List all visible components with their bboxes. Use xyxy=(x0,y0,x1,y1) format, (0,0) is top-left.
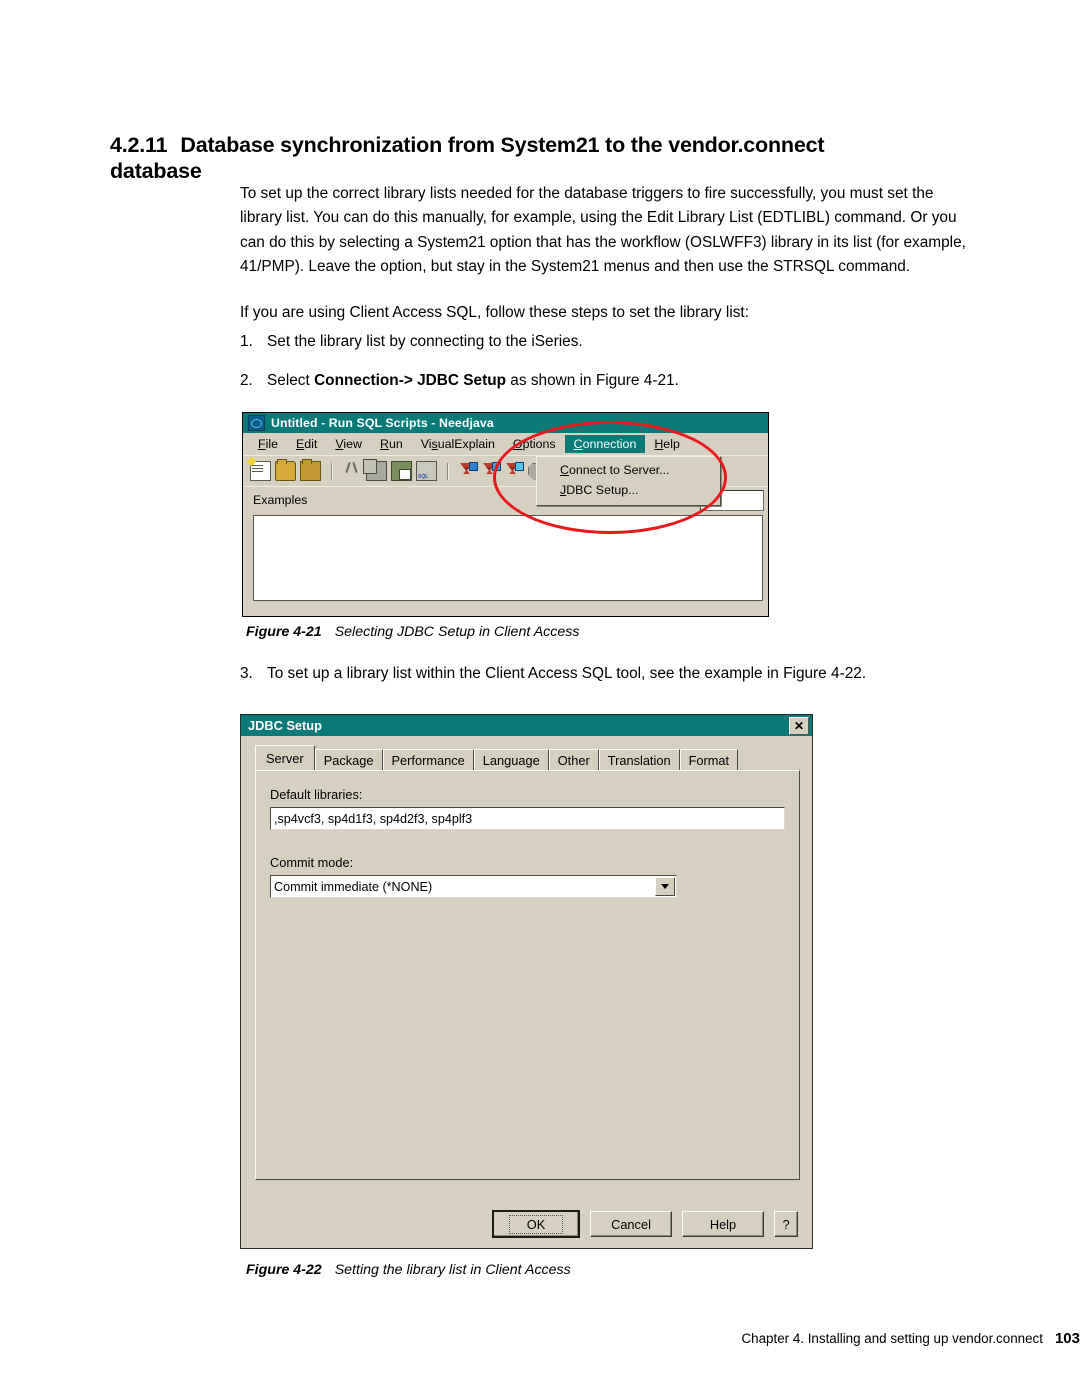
heading-number: 4.2.11 xyxy=(110,133,168,158)
menubar: File Edit View Run VisualExplain Options… xyxy=(243,433,768,455)
page-number: 103 xyxy=(1054,1330,1080,1347)
menu-visualexplain[interactable]: VisualExplain xyxy=(412,435,504,453)
toolbar-separator xyxy=(447,462,449,480)
tab-server[interactable]: Server xyxy=(255,745,315,770)
sql-file-icon[interactable] xyxy=(416,461,437,481)
tab-language[interactable]: Language xyxy=(473,749,549,771)
menu-item-connect-to-server[interactable]: Connect to Server... xyxy=(537,460,720,480)
list-item-1: 1. Set the library list by connecting to… xyxy=(240,330,980,354)
list-item-lead: Select xyxy=(267,372,315,389)
tab-format[interactable]: Format xyxy=(679,749,739,771)
caption-text: Setting the library list in Client Acces… xyxy=(334,1262,571,1278)
figure-caption-4-22: Figure 4-22 Setting the library list in C… xyxy=(246,1262,571,1278)
menu-edit[interactable]: Edit xyxy=(287,435,326,453)
figure-caption-4-21: Figure 4-21 Selecting JDBC Setup in Clien… xyxy=(246,624,579,640)
figure-jdbc-setup-dialog: JDBC Setup ✕ Server Package Performance … xyxy=(240,714,813,1249)
paragraph-1: To set up the correct library lists need… xyxy=(240,185,966,275)
list-item-tail: as shown in Figure 4-21. xyxy=(506,372,679,389)
list-item-text: Set the library list by connecting to th… xyxy=(267,333,583,350)
figure-run-sql-scripts-window: Untitled - Run SQL Scripts - Needjava Fi… xyxy=(242,412,769,617)
connection-dropdown-menu: Connect to Server... JDBC Setup... xyxy=(536,456,721,506)
application-icon xyxy=(248,415,265,431)
ok-button[interactable]: OK xyxy=(492,1210,580,1238)
list-item-3: 3. To set up a library list within the C… xyxy=(240,662,980,686)
help-button[interactable]: Help xyxy=(682,1211,764,1237)
default-libraries-input[interactable]: ,sp4vcf3, sp4d1f3, sp4d2f3, sp4plf3 xyxy=(270,807,785,830)
menu-run[interactable]: Run xyxy=(371,435,412,453)
commit-mode-select[interactable]: Commit immediate (*NONE) xyxy=(270,875,677,898)
chevron-down-icon[interactable] xyxy=(655,877,675,896)
dialog-titlebar: JDBC Setup ✕ xyxy=(241,715,812,736)
dialog-button-row: OK Cancel Help ? xyxy=(241,1210,812,1238)
menu-item-jdbc-setup[interactable]: JDBC Setup... xyxy=(537,480,720,500)
paste-icon[interactable] xyxy=(391,461,412,481)
commit-mode-label: Commit mode: xyxy=(270,855,354,870)
list-item-text: To set up a library list within the Clie… xyxy=(267,665,867,682)
list-item-emphasis: Connection-> JDBC Setup xyxy=(314,372,507,389)
tab-translation[interactable]: Translation xyxy=(598,749,680,771)
sql-editor-area[interactable] xyxy=(253,515,763,601)
heading-text: Database synchronization from System21 t… xyxy=(110,133,825,184)
list-item-2: 2. Select Connection-> JDBC Setup as sho… xyxy=(240,369,980,393)
list-marker: 2. xyxy=(240,372,253,389)
copy-icon[interactable] xyxy=(363,459,387,481)
page-title: 4.2.11 Database synchronization from Syst… xyxy=(110,132,910,184)
tab-package[interactable]: Package xyxy=(314,749,383,771)
tabstrip: Server Package Performance Language Othe… xyxy=(255,745,812,771)
caption-number: Figure 4-22 xyxy=(246,1262,322,1278)
default-libraries-label: Default libraries: xyxy=(270,787,363,802)
run-from-selected-icon[interactable] xyxy=(482,462,501,480)
page-footer: Chapter 4. Installing and setting up ven… xyxy=(0,1330,1080,1347)
cut-icon[interactable] xyxy=(343,462,362,480)
server-tab-panel: Default libraries: ,sp4vcf3, sp4d1f3, sp… xyxy=(255,770,800,1180)
tab-other[interactable]: Other xyxy=(548,749,599,771)
caption-text: Selecting JDBC Setup in Client Access xyxy=(334,624,580,640)
new-script-icon[interactable] xyxy=(250,461,271,481)
close-icon[interactable]: ✕ xyxy=(789,716,809,735)
paragraph-2: If you are using Client Access SQL, foll… xyxy=(240,304,749,322)
toolbar-separator xyxy=(331,462,333,480)
window-titlebar: Untitled - Run SQL Scripts - Needjava xyxy=(243,413,768,433)
menu-options[interactable]: Options xyxy=(504,435,565,453)
menu-help[interactable]: Help xyxy=(645,435,689,453)
commit-mode-value: Commit immediate (*NONE) xyxy=(274,879,433,894)
open-icon[interactable] xyxy=(275,459,296,481)
footer-chapter-text: Chapter 4. Installing and setting up ven… xyxy=(741,1331,1043,1346)
run-all-icon[interactable] xyxy=(459,462,478,480)
caption-number: Figure 4-21 xyxy=(246,624,322,640)
list-marker: 1. xyxy=(240,333,253,350)
run-selected-icon[interactable] xyxy=(505,462,524,480)
cancel-button[interactable]: Cancel xyxy=(590,1211,672,1237)
dialog-title: JDBC Setup xyxy=(248,718,322,733)
window-title: Untitled - Run SQL Scripts - Needjava xyxy=(271,416,494,430)
menu-view[interactable]: View xyxy=(326,435,371,453)
open-alt-icon[interactable] xyxy=(300,459,321,481)
menu-connection[interactable]: Connection xyxy=(564,435,646,453)
whats-this-help-icon[interactable]: ? xyxy=(774,1211,798,1237)
menu-file[interactable]: File xyxy=(249,435,287,453)
examples-label: Examples xyxy=(253,493,308,507)
body-text: To set up the correct library lists need… xyxy=(240,182,975,325)
steps-list: 1. Set the library list by connecting to… xyxy=(240,330,980,408)
list-marker: 3. xyxy=(240,665,253,682)
tab-performance[interactable]: Performance xyxy=(382,749,474,771)
document-page: 4.2.11 Database synchronization from Syst… xyxy=(0,0,1080,1397)
